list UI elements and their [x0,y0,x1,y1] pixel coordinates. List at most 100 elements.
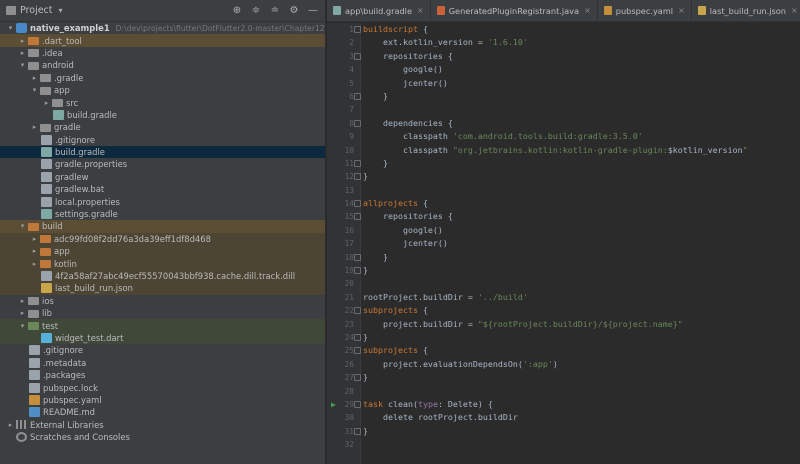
chevron-down-icon[interactable]: ▾ [18,222,27,230]
tree-item[interactable]: ▸last_build_run.json [0,282,325,295]
tree-item[interactable]: ▸ .dart_tool [0,34,325,47]
tree-item[interactable]: ▸.gitignore [0,134,325,146]
code-line[interactable]: delete rootProject.buildDir [363,411,800,424]
fold-marker-icon[interactable] [354,374,361,382]
chevron-right-icon[interactable]: ▸ [6,421,15,429]
tree-item[interactable]: ▸local.properties [0,195,325,207]
code-line[interactable]: } [363,331,800,344]
code-line[interactable]: } [363,371,800,384]
fold-marker-icon[interactable] [354,52,361,60]
code-line[interactable]: subprojects { [363,304,800,317]
close-icon[interactable]: × [417,6,424,15]
tree-item[interactable]: ▸ adc99fd08f2dd76a3da39eff1df8d468 [0,232,325,246]
fold-marker-icon[interactable] [354,347,361,355]
close-icon[interactable]: × [584,6,591,15]
code-line[interactable]: buildscript { [363,23,800,36]
fold-marker-icon[interactable] [354,253,361,261]
chevron-right-icon[interactable]: ▸ [30,235,39,243]
tree-item[interactable]: ▸.gitignore [0,344,325,356]
code-line[interactable]: } [363,170,800,183]
code-line[interactable]: dependencies { [363,117,800,130]
tree-item[interactable]: ▸ app [0,245,325,258]
code-line[interactable]: classpath "org.jetbrains.kotlin:kotlin-g… [363,144,800,157]
fold-marker-icon[interactable] [354,427,361,435]
code-line[interactable]: google() [363,63,800,76]
chevron-down-icon[interactable]: ▾ [59,6,63,15]
tree-item[interactable]: ▸gradlew.bat [0,183,325,195]
code-line[interactable]: } [363,264,800,277]
project-view-selector[interactable]: Project [20,5,53,16]
tree-item[interactable]: ▾ test [0,319,325,332]
editor-tab[interactable]: last_build_run.json × [692,0,800,21]
chevron-right-icon[interactable]: ▸ [18,309,27,317]
code-line[interactable]: classpath 'com.android.tools.build:gradl… [363,130,800,143]
close-icon[interactable]: × [791,6,798,15]
chevron-right-icon[interactable]: ▸ [30,247,39,255]
tree-item[interactable]: ▸gradle.properties [0,158,325,170]
code-line[interactable]: subprojects { [363,344,800,357]
fold-marker-icon[interactable] [354,267,361,275]
fold-marker-icon[interactable] [354,200,361,208]
locate-icon[interactable]: ⊕ [231,5,243,17]
tree-item[interactable]: ▸.packages [0,369,325,381]
chevron-right-icon[interactable]: ▸ [18,297,27,305]
tree-item[interactable]: ▸widget_test.dart [0,331,325,345]
code-line[interactable]: repositories { [363,210,800,223]
code-line[interactable] [363,385,800,398]
code-line[interactable]: rootProject.buildDir = '../build' [363,291,800,304]
editor-tab[interactable]: app\build.gradle × [327,0,431,21]
chevron-right-icon[interactable]: ▸ [30,260,39,268]
code-line[interactable]: jcenter() [363,237,800,250]
editor-tab[interactable]: pubspec.yaml × [598,0,692,21]
fold-marker-icon[interactable] [354,92,361,100]
code-line[interactable]: } [363,157,800,170]
tree-item[interactable]: ▾ native_example1 D:\dev\projects\flutter\… [0,22,325,34]
tree-item[interactable]: ▸4f2a58af27abc49ecf55570043bbf938.cache.… [0,269,325,283]
tree-item[interactable]: ▸build.gradle [0,145,325,159]
tree-item[interactable]: ▸.metadata [0,357,325,369]
project-view-icon[interactable] [6,6,16,15]
code-line[interactable]: task clean(type: Delete) { [363,398,800,411]
fold-marker-icon[interactable] [354,400,361,408]
code-line[interactable]: ext.kotlin_version = '1.6.10' [363,36,800,49]
tree-item[interactable]: ▸ External Libraries [0,419,325,431]
code-line[interactable]: jcenter() [363,77,800,90]
fold-marker-icon[interactable] [354,26,361,33]
tree-item[interactable]: ▾ app [0,84,325,96]
chevron-right-icon[interactable]: ▸ [18,37,27,45]
chevron-right-icon[interactable]: ▸ [42,99,51,107]
tree-item[interactable]: ▸README.md [0,406,325,418]
chevron-down-icon[interactable]: ▾ [30,86,39,94]
hide-icon[interactable]: — [307,5,319,17]
tree-item[interactable]: ▸ kotlin [0,257,325,270]
code-line[interactable]: allprojects { [363,197,800,210]
code-line[interactable] [363,103,800,116]
code-area[interactable]: 1 2 3 4 5 6 7 8 9 10 11 12 13 14 15 16 17 18 19 20 21 22 23 24 2… [327,23,800,464]
tree-item[interactable]: ▸ .idea [0,47,325,59]
expand-all-icon[interactable]: ≑ [250,5,262,17]
code-line[interactable]: project.buildDir = "${rootProject.buildD… [363,318,800,331]
chevron-right-icon[interactable]: ▸ [18,49,27,57]
settings-icon[interactable]: ⚙ [288,5,300,17]
chevron-down-icon[interactable]: ▾ [18,61,27,69]
chevron-right-icon[interactable]: ▸ [30,74,39,82]
tree-item[interactable]: ▸Scratches and Consoles [0,431,325,443]
tree-item[interactable]: ▸settings.gradle [0,208,325,220]
fold-marker-icon[interactable] [354,333,361,341]
editor-tab[interactable]: GeneratedPluginRegistrant.java × [431,0,598,21]
tree-item[interactable]: ▸pubspec.lock [0,381,325,393]
code-line[interactable] [363,438,800,451]
close-icon[interactable]: × [678,6,685,15]
collapse-all-icon[interactable]: ≐ [269,5,281,17]
code-line[interactable]: } [363,425,800,438]
tree-item[interactable]: ▸ src [0,96,325,108]
code-line[interactable] [363,277,800,290]
fold-marker-icon[interactable] [354,213,361,221]
tree-item[interactable]: ▸pubspec.yaml [0,394,325,406]
code-line[interactable] [363,184,800,197]
code-line[interactable]: repositories { [363,50,800,63]
fold-marker-icon[interactable] [354,159,361,167]
tree-item[interactable]: ▸ ios [0,295,325,307]
tree-item[interactable]: ▾ android [0,59,325,71]
tree-item[interactable]: ▸build.gradle [0,109,325,121]
